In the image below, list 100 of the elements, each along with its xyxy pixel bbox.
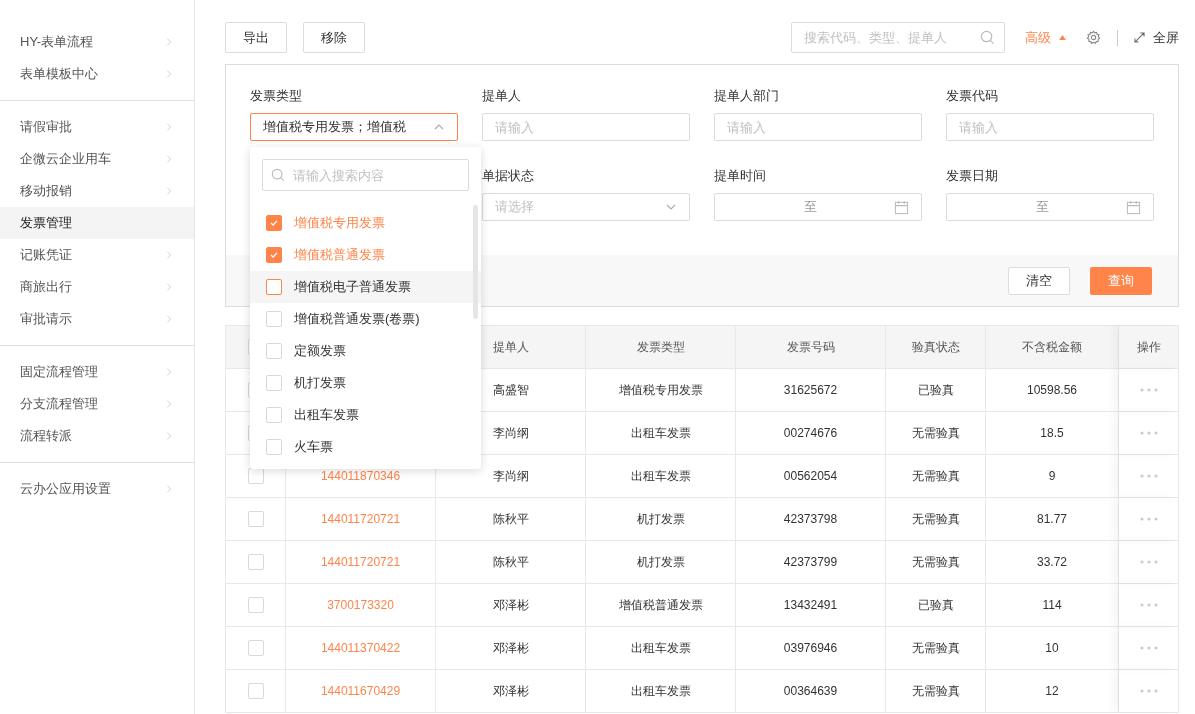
table-cell: 10: [986, 627, 1119, 669]
chevron-icon: [164, 399, 174, 409]
table-cell: 00562054: [736, 455, 886, 497]
table-cell: 无需验真: [886, 670, 986, 712]
checkbox[interactable]: [266, 439, 282, 455]
chevron-icon: [164, 154, 174, 164]
checkbox[interactable]: [247, 554, 264, 570]
table-cell: 无需验真: [886, 455, 986, 497]
table-cell: 无需验真: [886, 541, 986, 583]
checkbox[interactable]: [247, 597, 264, 613]
table-cell: 出租车发票: [586, 412, 736, 454]
field-label: 提单时间: [714, 167, 767, 185]
checkbox[interactable]: [266, 311, 282, 327]
check-icon: [269, 250, 279, 260]
table-cell: 机打发票: [586, 498, 736, 540]
fullscreen-button[interactable]: 全屏: [1134, 27, 1179, 48]
search-field[interactable]: 搜索代码、类型、提单人: [791, 22, 1005, 53]
checkbox[interactable]: [247, 640, 264, 656]
field-label: 发票日期: [946, 167, 999, 185]
sidebar-item[interactable]: 企微云企业用车: [0, 143, 194, 175]
checkbox[interactable]: [266, 247, 282, 263]
chevron-icon: [164, 484, 174, 494]
chevron-icon: [164, 282, 174, 292]
checkbox[interactable]: [247, 468, 264, 484]
table-cell: 李尚纲: [436, 455, 586, 497]
sidebar-item[interactable]: 移动报销: [0, 175, 194, 207]
sidebar-item[interactable]: 固定流程管理: [0, 356, 194, 388]
more-icon[interactable]: [1139, 646, 1158, 650]
dropdown-option[interactable]: 增值税电子普通发票: [250, 271, 481, 303]
sidebar-item[interactable]: 审批请示: [0, 303, 194, 335]
checkbox[interactable]: [266, 343, 282, 359]
table-cell: 出租车发票: [586, 627, 736, 669]
sidebar-item[interactable]: 云办公应用设置: [0, 473, 194, 505]
table-cell: 9: [986, 455, 1119, 497]
table-cell: 已验真: [886, 369, 986, 411]
chevron-icon: [164, 37, 174, 47]
more-icon[interactable]: [1139, 517, 1158, 521]
sidebar-item[interactable]: HY-表单流程: [0, 26, 194, 58]
text-field[interactable]: 请输入: [482, 113, 690, 141]
checkbox[interactable]: [266, 279, 282, 295]
calendar-icon: [894, 199, 909, 215]
calendar-icon: [1126, 199, 1141, 215]
column-header: 不含税金额: [986, 326, 1119, 368]
table-cell: 31625672: [736, 369, 886, 411]
table-cell: 18.5: [986, 412, 1119, 454]
more-icon[interactable]: [1139, 431, 1158, 435]
table-cell: 已验真: [886, 584, 986, 626]
text-field[interactable]: 请输入: [714, 113, 922, 141]
table-cell: 00364639: [736, 670, 886, 712]
sidebar-item[interactable]: 表单模板中心: [0, 58, 194, 90]
table-cell: 邓泽彬: [436, 584, 586, 626]
more-icon[interactable]: [1139, 603, 1158, 607]
column-header: 发票类型: [586, 326, 736, 368]
toolbar-button[interactable]: 导出: [225, 22, 287, 53]
sidebar-item[interactable]: 记账凭证: [0, 239, 194, 271]
caret-icon: [1059, 35, 1066, 40]
table-cell: 无需验真: [886, 627, 986, 669]
table-cell: 114: [986, 584, 1119, 626]
checkbox[interactable]: [247, 683, 264, 699]
sidebar-item[interactable]: 商旅出行: [0, 271, 194, 303]
table-cell: 无需验真: [886, 412, 986, 454]
table-cell: 邓泽彬: [436, 627, 586, 669]
settings-icon[interactable]: [1086, 30, 1101, 45]
checkbox[interactable]: [266, 375, 282, 391]
sidebar-item[interactable]: 流程转派: [0, 420, 194, 452]
table-cell: 陈秋平: [436, 541, 586, 583]
table-cell: 10598.56: [986, 369, 1119, 411]
chevron-icon: [164, 431, 174, 441]
table-cell: 出租车发票: [586, 670, 736, 712]
table-cell: 无需验真: [886, 498, 986, 540]
search-icon: [980, 30, 995, 45]
text-field[interactable]: 请输入: [946, 113, 1154, 141]
table-cell: 42373799: [736, 541, 886, 583]
more-icon[interactable]: [1139, 560, 1158, 564]
table-cell: 13432491: [736, 584, 886, 626]
search-icon: [271, 168, 285, 182]
checkbox[interactable]: [266, 407, 282, 423]
table-cell: 81.77: [986, 498, 1119, 540]
sidebar-item[interactable]: 请假审批: [0, 111, 194, 143]
sidebar-item[interactable]: 发票管理: [0, 207, 194, 239]
column-header: 发票号码: [736, 326, 886, 368]
chevron-icon: [164, 250, 174, 260]
chevron-icon: [164, 367, 174, 377]
more-icon[interactable]: [1139, 474, 1158, 478]
select-field[interactable]: 增值税专用发票；增值税: [250, 113, 458, 141]
more-icon[interactable]: [1139, 689, 1158, 693]
table-cell: 陈秋平: [436, 498, 586, 540]
clear-button[interactable]: 清空: [1008, 266, 1070, 295]
toolbar-button[interactable]: 移除: [303, 22, 365, 53]
field-label: 发票代码: [946, 87, 999, 105]
more-icon[interactable]: [1139, 388, 1158, 392]
column-header: 操作: [1119, 326, 1179, 368]
table-cell: 12: [986, 670, 1119, 712]
search-field[interactable]: 请输入搜索内容: [262, 159, 469, 191]
scrollbar[interactable]: [473, 205, 478, 319]
checkbox[interactable]: [247, 511, 264, 527]
sidebar-item[interactable]: 分支流程管理: [0, 388, 194, 420]
table-cell: 增值税专用发票: [586, 369, 736, 411]
checkbox[interactable]: [266, 215, 282, 231]
table-cell: 出租车发票: [586, 455, 736, 497]
